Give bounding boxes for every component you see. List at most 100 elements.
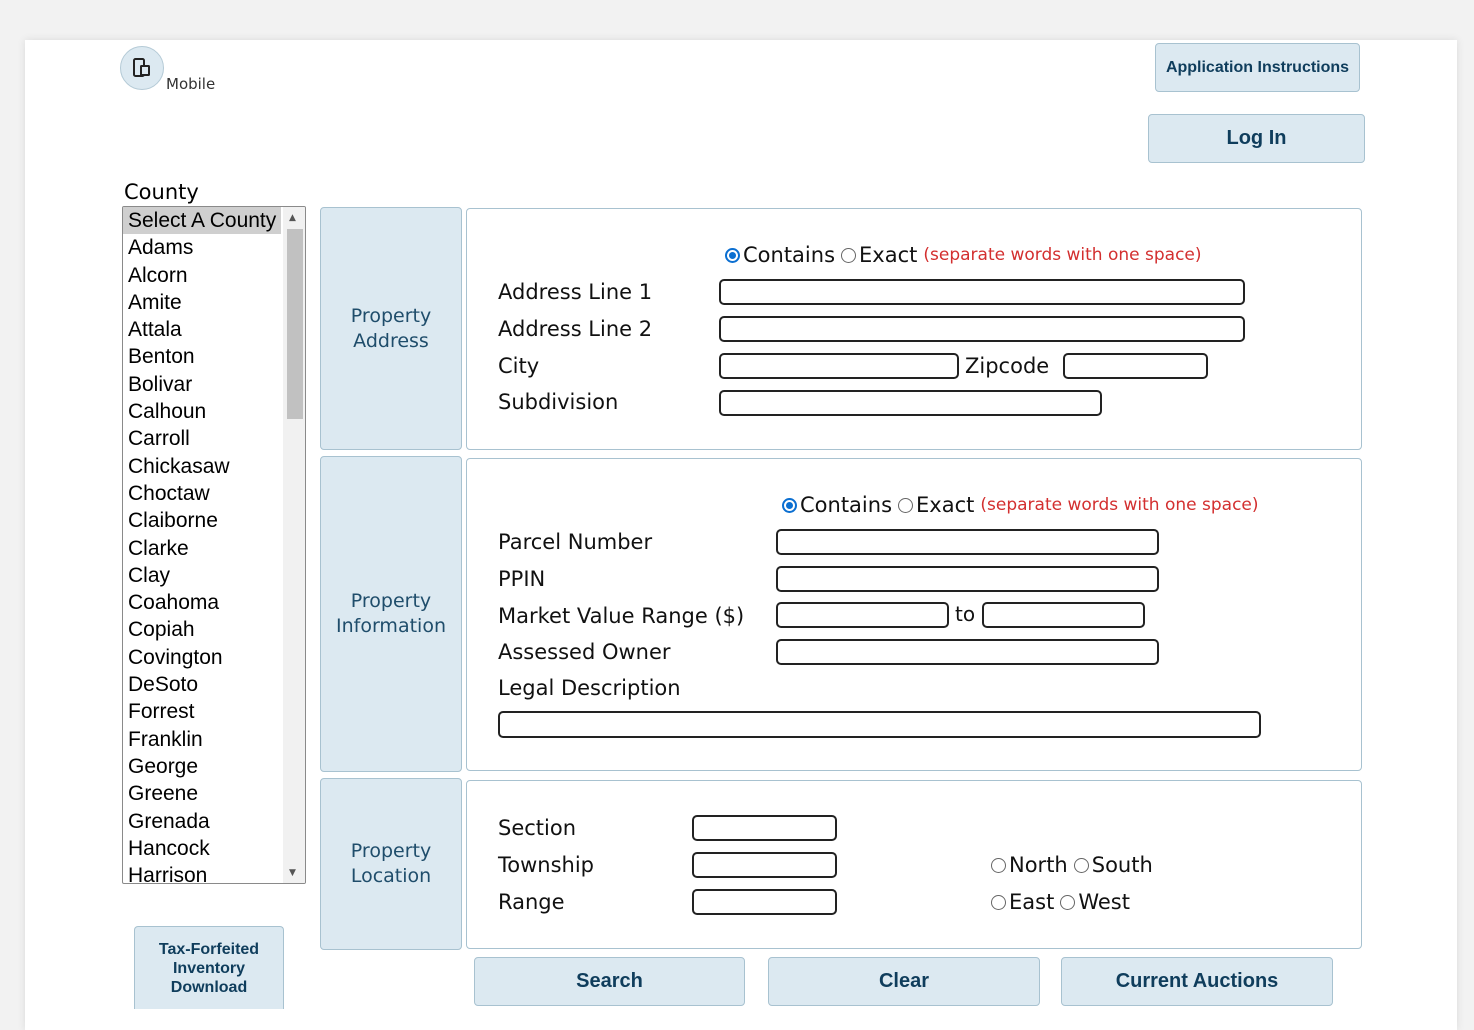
address-exact-radio[interactable] xyxy=(841,247,857,263)
info-exact-label: Exact xyxy=(916,493,975,517)
range-input[interactable] xyxy=(692,889,837,915)
tab-location-line-1: Property xyxy=(350,840,432,862)
scroll-thumb[interactable] xyxy=(287,229,303,419)
county-option[interactable]: Coahoma xyxy=(123,589,281,616)
east-radio[interactable] xyxy=(991,894,1006,910)
county-option[interactable]: Clarke xyxy=(123,535,281,562)
west-label: West xyxy=(1078,890,1130,914)
forfeit-line-1: Tax-Forfeited xyxy=(158,940,260,958)
assessed-owner-label: Assessed Owner xyxy=(498,640,671,664)
county-option[interactable]: George xyxy=(123,753,281,780)
forfeit-line-2: Inventory xyxy=(172,959,245,977)
mobile-device-icon xyxy=(133,58,150,77)
address-line-2-label: Address Line 2 xyxy=(498,317,653,341)
county-option[interactable]: Calhoun xyxy=(123,398,281,425)
county-option[interactable]: Covington xyxy=(123,644,281,671)
tab-address-line-1: Property xyxy=(350,304,432,327)
county-option[interactable]: Hancock xyxy=(123,835,281,862)
info-note: (separate words with one space) xyxy=(980,495,1259,515)
township-input[interactable] xyxy=(692,852,837,878)
application-instructions-button[interactable]: Application Instructions xyxy=(1155,43,1360,92)
market-value-to-label: to xyxy=(955,602,976,626)
info-contains-radio[interactable] xyxy=(782,497,797,513)
range-direction-options: East West xyxy=(991,890,1130,914)
county-scrollbar[interactable]: ▲ ▼ xyxy=(283,207,305,883)
county-option[interactable]: Alcorn xyxy=(123,262,281,289)
property-location-panel xyxy=(466,780,1362,949)
south-label: South xyxy=(1091,853,1153,877)
zipcode-input[interactable] xyxy=(1063,353,1208,379)
address-line-1-label: Address Line 1 xyxy=(498,280,653,304)
county-option[interactable]: Amite xyxy=(123,289,281,316)
assessed-owner-input[interactable] xyxy=(776,639,1159,665)
scroll-up-arrow-icon[interactable]: ▲ xyxy=(289,213,296,223)
county-option[interactable]: Carroll xyxy=(123,425,281,452)
tab-property-location[interactable]: Property Location xyxy=(320,778,462,950)
county-option[interactable]: Bolivar xyxy=(123,371,281,398)
address-line-2-input[interactable] xyxy=(719,316,1245,342)
market-value-max-input[interactable] xyxy=(982,602,1145,628)
county-option[interactable]: Clay xyxy=(123,562,281,589)
address-contains-radio[interactable] xyxy=(725,247,740,263)
subdivision-label: Subdivision xyxy=(498,390,619,414)
north-radio[interactable] xyxy=(991,857,1006,873)
county-option[interactable]: Grenada xyxy=(123,808,281,835)
zipcode-label: Zipcode xyxy=(965,354,1050,378)
tab-info-line-2: Information xyxy=(336,615,446,637)
parcel-number-input[interactable] xyxy=(776,529,1159,555)
county-option[interactable]: Select A County xyxy=(123,207,281,235)
county-option[interactable]: Adams xyxy=(123,234,281,261)
scroll-down-arrow-icon[interactable]: ▼ xyxy=(289,868,296,878)
current-auctions-button[interactable]: Current Auctions xyxy=(1061,957,1333,1006)
mobile-toggle[interactable] xyxy=(120,46,164,90)
county-option[interactable]: Forrest xyxy=(123,698,281,725)
township-label: Township xyxy=(498,853,595,877)
township-direction-options: North South xyxy=(991,853,1153,877)
address-match-options: Contains Exact (separate words with one … xyxy=(725,243,1202,267)
county-option[interactable]: Choctaw xyxy=(123,480,281,507)
tax-forfeited-download-button[interactable]: Tax-Forfeited Inventory Download xyxy=(134,926,284,1009)
search-button[interactable]: Search xyxy=(474,957,745,1006)
county-option[interactable]: Benton xyxy=(123,343,281,370)
mobile-label: Mobile xyxy=(166,75,216,93)
county-option[interactable]: Chickasaw xyxy=(123,453,281,480)
section-label: Section xyxy=(498,816,577,840)
parcel-number-label: Parcel Number xyxy=(498,530,653,554)
market-value-label: Market Value Range ($) xyxy=(498,604,745,628)
ppin-label: PPIN xyxy=(498,567,546,591)
tab-property-address[interactable]: Property Address xyxy=(320,207,462,450)
info-match-options: Contains Exact (separate words with one … xyxy=(782,493,1259,517)
legal-description-input[interactable] xyxy=(498,711,1261,738)
subdivision-input[interactable] xyxy=(719,390,1102,416)
range-label: Range xyxy=(498,890,565,914)
tab-address-line-2: Address xyxy=(353,329,429,352)
ppin-input[interactable] xyxy=(776,566,1159,592)
west-radio[interactable] xyxy=(1060,894,1076,910)
county-option[interactable]: Harrison xyxy=(123,862,281,883)
county-option[interactable]: Claiborne xyxy=(123,507,281,534)
county-option[interactable]: DeSoto xyxy=(123,671,281,698)
county-option[interactable]: Greene xyxy=(123,780,281,807)
address-exact-label: Exact xyxy=(859,243,918,267)
city-label: City xyxy=(498,354,540,378)
info-exact-radio[interactable] xyxy=(898,497,914,513)
market-value-min-input[interactable] xyxy=(776,602,949,628)
address-contains-label: Contains xyxy=(743,243,836,267)
north-label: North xyxy=(1009,853,1068,877)
tab-info-line-1: Property xyxy=(350,590,432,612)
county-select-list[interactable]: Select A County Adams Alcorn Amite Attala Ben… xyxy=(122,206,306,884)
county-option[interactable]: Franklin xyxy=(123,726,281,753)
login-button[interactable]: Log In xyxy=(1148,114,1365,163)
south-radio[interactable] xyxy=(1073,857,1089,873)
county-option[interactable]: Attala xyxy=(123,316,281,343)
county-label: County xyxy=(124,180,199,204)
section-input[interactable] xyxy=(692,815,837,841)
address-line-1-input[interactable] xyxy=(719,279,1245,305)
county-option[interactable]: Copiah xyxy=(123,616,281,643)
address-note: (separate words with one space) xyxy=(923,245,1202,265)
tab-property-information[interactable]: Property Information xyxy=(320,456,462,772)
city-input[interactable] xyxy=(719,353,959,379)
tab-location-line-2: Location xyxy=(350,865,432,887)
clear-button[interactable]: Clear xyxy=(768,957,1040,1006)
info-contains-label: Contains xyxy=(800,493,893,517)
